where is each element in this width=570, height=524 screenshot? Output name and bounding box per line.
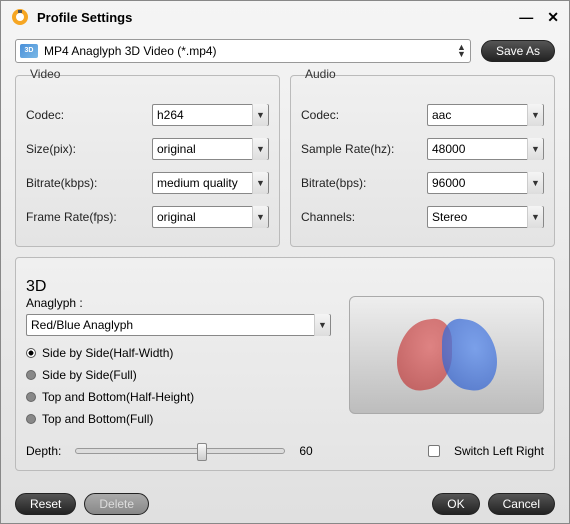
- anaglyph-combo[interactable]: Red/Blue Anaglyph▼: [26, 314, 331, 336]
- depth-label: Depth:: [26, 444, 61, 458]
- cancel-button[interactable]: Cancel: [488, 493, 555, 515]
- audio-samplerate-combo[interactable]: 48000▼: [427, 138, 544, 160]
- radio-icon: [26, 414, 36, 424]
- chevron-down-icon[interactable]: ▼: [314, 314, 330, 336]
- radio-sbs-full[interactable]: Side by Side(Full): [26, 364, 331, 386]
- threed-preview: [349, 296, 544, 414]
- radio-icon: [26, 348, 36, 358]
- video-group: Video Codec: h264▼ Size(pix): original▼ …: [15, 75, 280, 247]
- profile-row: 3D MP4 Anaglyph 3D Video (*.mp4) ▲▼ Save…: [1, 33, 569, 69]
- video-size-combo[interactable]: original▼: [152, 138, 269, 160]
- profile-3d-icon: 3D: [20, 44, 38, 58]
- video-codec-label: Codec:: [26, 108, 144, 122]
- audio-channels-label: Channels:: [301, 210, 419, 224]
- depth-slider[interactable]: [75, 448, 285, 454]
- audio-group: Audio Codec: aac▼ Sample Rate(hz): 48000…: [290, 75, 555, 247]
- audio-codec-label: Codec:: [301, 108, 419, 122]
- delete-button[interactable]: Delete: [84, 493, 149, 515]
- radio-icon: [26, 392, 36, 402]
- radio-sbs-half[interactable]: Side by Side(Half-Width): [26, 342, 331, 364]
- video-size-label: Size(pix):: [26, 142, 144, 156]
- save-as-button[interactable]: Save As: [481, 40, 555, 62]
- depth-row: Depth: 60 Switch Left Right: [26, 444, 544, 458]
- butterfly-icon: [377, 315, 517, 395]
- app-icon: [11, 8, 29, 26]
- chevron-down-icon[interactable]: ▼: [252, 138, 268, 160]
- audio-channels-combo[interactable]: Stereo▼: [427, 206, 544, 228]
- switch-lr-checkbox[interactable]: [428, 445, 440, 457]
- video-framerate-label: Frame Rate(fps):: [26, 210, 144, 224]
- threed-group: 3D Anaglyph : Red/Blue Anaglyph▼ Side by…: [15, 257, 555, 471]
- chevron-down-icon[interactable]: ▼: [527, 206, 543, 228]
- minimize-button[interactable]: —: [519, 9, 533, 26]
- titlebar: Profile Settings — ✕: [1, 1, 569, 33]
- radio-tb-half[interactable]: Top and Bottom(Half-Height): [26, 386, 331, 408]
- video-bitrate-combo[interactable]: medium quality▼: [152, 172, 269, 194]
- footer: Reset Delete OK Cancel: [1, 485, 569, 523]
- reset-button[interactable]: Reset: [15, 493, 76, 515]
- video-legend: Video: [26, 67, 64, 81]
- threed-legend: 3D: [26, 278, 46, 295]
- video-framerate-combo[interactable]: original▼: [152, 206, 269, 228]
- radio-icon: [26, 370, 36, 380]
- audio-legend: Audio: [301, 67, 340, 81]
- chevron-down-icon[interactable]: ▼: [252, 206, 268, 228]
- slider-thumb[interactable]: [197, 443, 207, 461]
- profile-dropdown[interactable]: 3D MP4 Anaglyph 3D Video (*.mp4) ▲▼: [15, 39, 471, 63]
- spinner-arrows-icon[interactable]: ▲▼: [457, 44, 466, 58]
- close-button[interactable]: ✕: [547, 9, 559, 26]
- video-audio-columns: Video Codec: h264▼ Size(pix): original▼ …: [15, 75, 555, 247]
- body-area: Video Codec: h264▼ Size(pix): original▼ …: [1, 69, 569, 485]
- chevron-down-icon[interactable]: ▼: [527, 104, 543, 126]
- depth-value: 60: [299, 444, 312, 458]
- audio-samplerate-label: Sample Rate(hz):: [301, 142, 419, 156]
- ok-button[interactable]: OK: [432, 493, 479, 515]
- window-controls: — ✕: [519, 9, 559, 26]
- video-bitrate-label: Bitrate(kbps):: [26, 176, 144, 190]
- chevron-down-icon[interactable]: ▼: [252, 172, 268, 194]
- audio-bitrate-combo[interactable]: 96000▼: [427, 172, 544, 194]
- chevron-down-icon[interactable]: ▼: [527, 138, 543, 160]
- radio-tb-full[interactable]: Top and Bottom(Full): [26, 408, 331, 430]
- audio-codec-combo[interactable]: aac▼: [427, 104, 544, 126]
- chevron-down-icon[interactable]: ▼: [527, 172, 543, 194]
- anaglyph-label: Anaglyph :: [26, 296, 331, 310]
- chevron-down-icon[interactable]: ▼: [252, 104, 268, 126]
- audio-bitrate-label: Bitrate(bps):: [301, 176, 419, 190]
- video-codec-combo[interactable]: h264▼: [152, 104, 269, 126]
- profile-settings-window: Profile Settings — ✕ 3D MP4 Anaglyph 3D …: [0, 0, 570, 524]
- profile-selected-text: MP4 Anaglyph 3D Video (*.mp4): [44, 44, 451, 58]
- switch-lr-label: Switch Left Right: [454, 444, 544, 458]
- window-title: Profile Settings: [37, 10, 511, 25]
- threed-left-panel: Anaglyph : Red/Blue Anaglyph▼ Side by Si…: [26, 296, 331, 430]
